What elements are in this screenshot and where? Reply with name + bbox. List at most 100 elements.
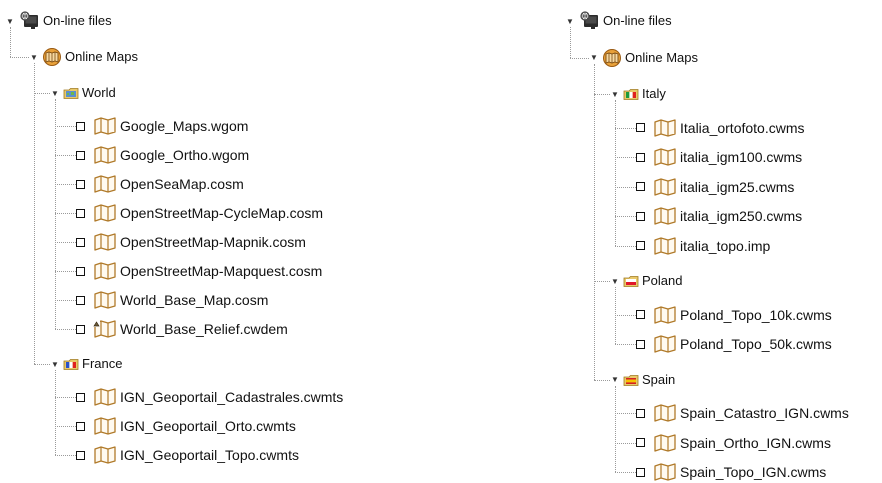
map-file-icon (653, 207, 677, 225)
file-checkbox[interactable] (636, 241, 645, 250)
tree-node-file[interactable]: IGN_Geoportail_Orto.cwmts (76, 415, 296, 437)
item-label: Poland_Topo_10k.cwms (680, 306, 832, 323)
item-label: IGN_Geoportail_Orto.cwmts (120, 418, 296, 434)
online-maps-folder-icon (602, 48, 622, 68)
file-checkbox[interactable] (636, 182, 645, 191)
tree-node-world[interactable]: ▼ World (50, 82, 116, 104)
tree-node-file[interactable]: italia_igm100.cwms (636, 146, 802, 168)
tree-node-file[interactable]: OpenStreetMap-Mapquest.cosm (76, 260, 322, 282)
file-checkbox[interactable] (636, 123, 645, 132)
tree-node-file[interactable]: Poland_Topo_50k.cwms (636, 333, 832, 355)
item-label: italia_igm250.cwms (680, 208, 803, 224)
map-file-icon (93, 117, 117, 135)
file-checkbox[interactable] (76, 208, 85, 218)
tree-node-file[interactable]: Spain_Catastro_IGN.cwms (636, 402, 849, 424)
item-label: italia_igm100.cwms (680, 149, 803, 165)
tree-node-online-maps[interactable]: ▼ Online Maps (589, 47, 698, 69)
map-file-icon (93, 417, 117, 435)
file-checkbox[interactable] (636, 339, 645, 349)
tree-node-file[interactable]: italia_igm250.cwms (636, 205, 802, 227)
tree-node-file[interactable]: OpenStreetMap-CycleMap.cosm (76, 202, 323, 224)
item-label: Italia_ortofoto.cwms (680, 119, 805, 136)
map-file-icon (93, 446, 117, 464)
file-checkbox[interactable] (76, 179, 85, 189)
expand-toggle-icon[interactable]: ▼ (610, 375, 620, 385)
tree-node-file[interactable]: Google_Ortho.wgom (76, 144, 249, 166)
expand-toggle-icon[interactable]: ▼ (610, 276, 620, 286)
file-checkbox[interactable] (636, 408, 645, 418)
map-file-icon (653, 177, 677, 196)
file-checkbox[interactable] (636, 211, 645, 221)
item-label: OpenStreetMap-Mapquest.cosm (120, 263, 323, 279)
tree-node-italy[interactable]: ▼ Italy (610, 83, 666, 105)
tree-node-file[interactable]: Poland_Topo_10k.cwms (636, 304, 832, 326)
tree-node-file[interactable]: italia_topo.imp (636, 235, 770, 257)
tree-node-file[interactable]: OpenSeaMap.cosm (76, 173, 244, 195)
file-checkbox[interactable] (76, 237, 85, 247)
world-map-folder-icon (63, 85, 79, 101)
tree-node-file[interactable]: Italia_ortofoto.cwms (636, 117, 805, 139)
france-flag-folder-icon (63, 356, 79, 372)
item-label: Italy (642, 86, 666, 101)
expand-toggle-icon[interactable]: ▼ (50, 359, 60, 369)
tree-node-file[interactable]: IGN_Geoportail_Cadastrales.cwmts (76, 386, 343, 408)
item-label: World_Base_Map.cosm (120, 292, 269, 308)
tree-node-root[interactable]: ▼ On-line files (565, 10, 672, 32)
item-label: IGN_Geoportail_Cadastrales.cwmts (120, 389, 344, 405)
file-checkbox[interactable] (76, 266, 85, 276)
tree-node-root[interactable]: ▼ On-line files (5, 10, 112, 32)
tree-node-file[interactable]: IGN_Geoportail_Topo.cwmts (76, 444, 299, 466)
tree-node-poland[interactable]: ▼ Poland (610, 270, 682, 292)
map-file-icon (93, 175, 117, 193)
map-file-icon (93, 262, 117, 280)
tree-node-file[interactable]: Google_Maps.wgom (76, 115, 248, 137)
tree-node-file[interactable]: italia_igm25.cwms (636, 176, 794, 198)
file-checkbox[interactable] (76, 150, 85, 160)
file-checkbox[interactable] (636, 310, 645, 319)
expand-toggle-icon[interactable]: ▼ (50, 88, 60, 98)
item-label: Spain (642, 371, 676, 387)
item-label: OpenStreetMap-Mapnik.cosm (120, 234, 306, 250)
file-checkbox[interactable] (76, 392, 85, 402)
file-checkbox[interactable] (636, 467, 645, 477)
tree-node-file[interactable]: World_Base_Relief.cwdem (76, 318, 288, 340)
map-file-icon (653, 118, 677, 137)
item-label: Poland (642, 273, 683, 288)
map-file-icon (653, 305, 677, 324)
expand-toggle-icon[interactable]: ▼ (565, 16, 575, 26)
tree-node-online-maps[interactable]: ▼ Online Maps (29, 46, 138, 68)
online-maps-folder-icon (42, 47, 62, 67)
tree-node-file[interactable]: Spain_Topo_IGN.cwms (636, 461, 826, 483)
map-file-icon (653, 148, 677, 166)
file-checkbox[interactable] (76, 324, 85, 334)
file-checkbox[interactable] (636, 152, 645, 162)
file-checkbox[interactable] (76, 450, 85, 460)
file-checkbox[interactable] (76, 295, 85, 305)
map-file-icon (93, 204, 117, 222)
tree-node-spain[interactable]: ▼ Spain (610, 369, 675, 391)
map-file-icon (653, 335, 677, 353)
expand-toggle-icon[interactable]: ▼ (610, 89, 620, 99)
item-label: Poland_Topo_50k.cwms (680, 336, 832, 352)
item-label: Spain_Catastro_IGN.cwms (680, 405, 849, 421)
italy-flag-folder-icon (623, 86, 639, 102)
item-label: Online Maps (65, 49, 138, 64)
expand-toggle-icon[interactable]: ▼ (5, 16, 15, 26)
map-file-icon (93, 233, 117, 251)
tree-node-france[interactable]: ▼ France (50, 353, 122, 375)
item-label: World_Base_Relief.cwdem (120, 321, 288, 337)
file-checkbox[interactable] (76, 121, 85, 131)
map-file-icon (653, 236, 677, 255)
map-file-icon (93, 146, 117, 164)
tree-node-file[interactable]: World_Base_Map.cosm (76, 289, 268, 311)
expand-toggle-icon[interactable]: ▼ (29, 52, 39, 62)
item-label: Spain_Topo_IGN.cwms (680, 464, 827, 480)
item-label: World (82, 85, 116, 100)
tree-node-file[interactable]: OpenStreetMap-Mapnik.cosm (76, 231, 306, 253)
item-label: Google_Maps.wgom (120, 118, 249, 134)
expand-toggle-icon[interactable]: ▼ (589, 53, 599, 63)
left-file-tree: ▼ On-line files ▼ Online Maps ▼ World Google_M… (0, 0, 420, 464)
item-label: italia_igm25.cwms (680, 178, 795, 195)
item-label: OpenSeaMap.cosm (120, 176, 244, 192)
file-checkbox[interactable] (76, 421, 85, 431)
